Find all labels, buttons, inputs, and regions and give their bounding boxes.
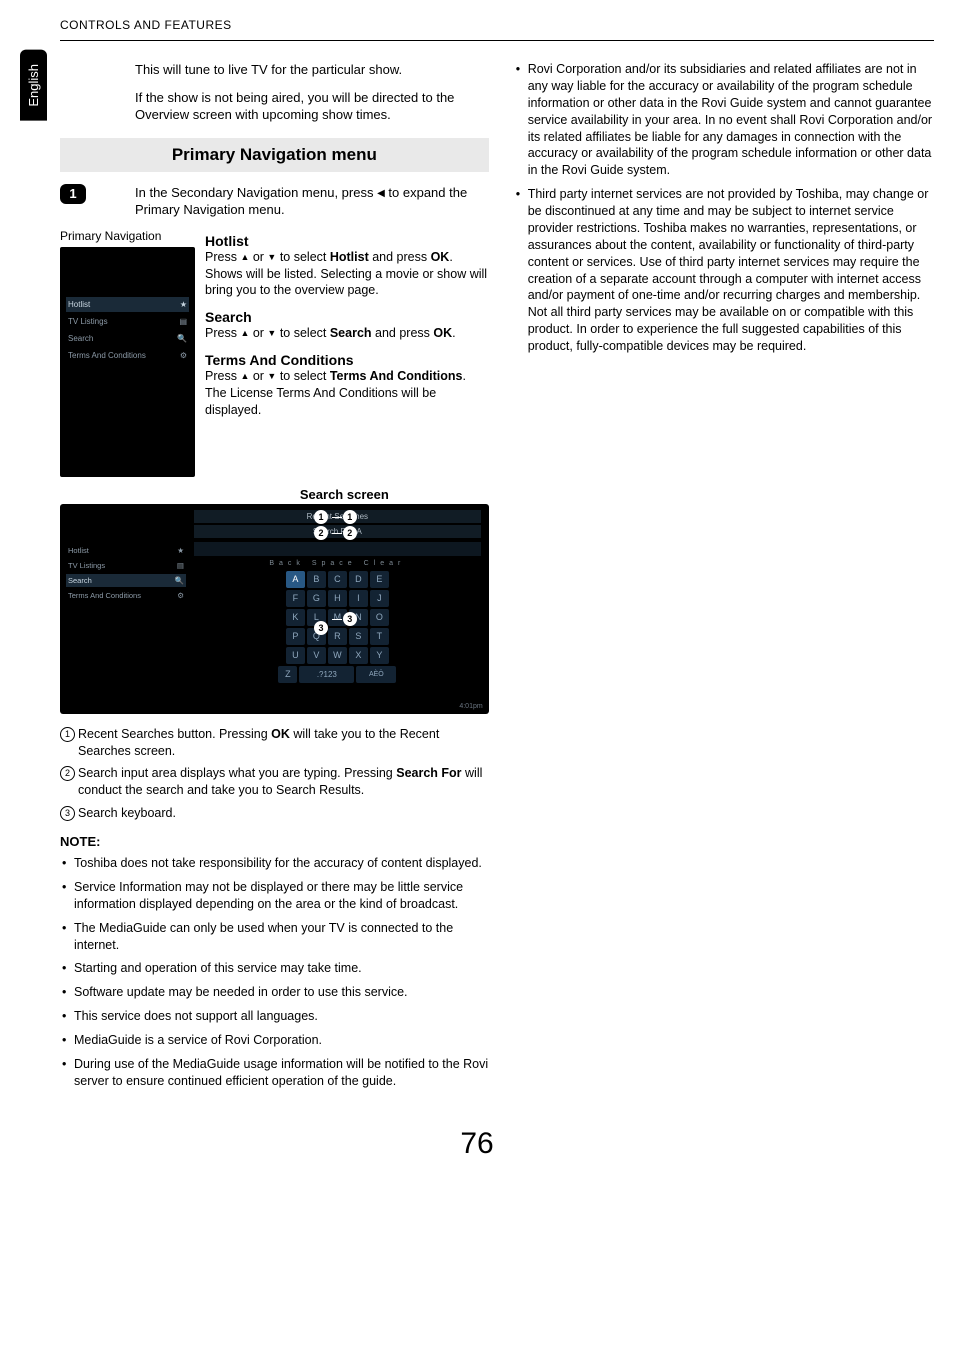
enum-3-text: Search keyboard. (78, 805, 489, 822)
nav-item-hotlist: Hotlist★ (66, 297, 189, 312)
callout-2-badge: 2 (314, 526, 328, 540)
kb-key-accent: AÈÖ (356, 666, 396, 683)
note-item: MediaGuide is a service of Rovi Corporat… (60, 1032, 489, 1049)
notes-list-left: Toshiba does not take responsibility for… (60, 855, 489, 1090)
kb-key: E (370, 571, 389, 588)
kb-key: Y (370, 647, 389, 664)
enum-1-text: Recent Searches button. Pressing OK will… (78, 726, 489, 760)
search-screen-figure: Hotlist★ TV Listings▤ Search🔍 Terms And … (60, 504, 489, 714)
schedule-icon: ▤ (179, 317, 187, 326)
kb-key: J (370, 590, 389, 607)
terms-body: Press or to select Terms And Conditions.… (205, 368, 489, 419)
kb-key: A (286, 571, 305, 588)
down-arrow-icon (267, 370, 276, 382)
search-icon: 🔍 (175, 576, 184, 585)
kb-key: X (349, 647, 368, 664)
note-item: Starting and operation of this service m… (60, 960, 489, 977)
kb-key: O (370, 609, 389, 626)
step-marker-1: 1 (60, 184, 86, 204)
settings-icon: ⚙ (180, 351, 187, 360)
kb-key: V (307, 647, 326, 664)
intro-paragraph-1: This will tune to live TV for the partic… (135, 61, 489, 79)
sf-nav-hotlist: Hotlist★ (66, 544, 186, 557)
circled-3-icon (60, 805, 78, 822)
search-screen-caption: Search screen (200, 487, 489, 502)
kb-key: R (328, 628, 347, 645)
note-item: Rovi Corporation and/or its subsidiaries… (514, 61, 934, 179)
search-heading: Search (205, 309, 489, 325)
kb-key: S (349, 628, 368, 645)
nav-item-search: Search🔍 (66, 331, 189, 346)
note-item: Third party internet services are not pr… (514, 186, 934, 355)
callout-3-badge: 3 (314, 621, 328, 635)
kb-key: H (328, 590, 347, 607)
kb-key: K (286, 609, 305, 626)
keyboard-actions: Back Space Clear (194, 560, 481, 567)
sf-nav-search: Search🔍 (66, 574, 186, 587)
note-item: Software update may be needed in order t… (60, 984, 489, 1001)
star-icon: ★ (177, 546, 184, 555)
page-header: CONTROLS AND FEATURES (60, 10, 934, 41)
callout-2: 2 (343, 526, 357, 540)
kb-key: U (286, 647, 305, 664)
sf-nav-tvlistings: TV Listings▤ (66, 559, 186, 572)
callout-1-badge: 1 (314, 510, 328, 524)
kb-key: Z (278, 666, 297, 683)
kb-key: C (328, 571, 347, 588)
search-for-bar: Search For: A (194, 525, 481, 538)
kb-key: F (286, 590, 305, 607)
note-item: Service Information may not be displayed… (60, 879, 489, 913)
hotlist-heading: Hotlist (205, 233, 489, 249)
page-number: 76 (20, 1127, 934, 1181)
notes-list-right: Rovi Corporation and/or its subsidiaries… (514, 61, 934, 355)
schedule-icon: ▤ (177, 561, 184, 570)
kb-key: T (370, 628, 389, 645)
search-icon: 🔍 (177, 334, 187, 343)
kb-key: B (307, 571, 326, 588)
star-icon: ★ (180, 300, 187, 309)
figure-time: 4:01pm (459, 703, 482, 710)
kb-key-numeric: .?123 (299, 666, 354, 683)
note-item: The MediaGuide can only be used when you… (60, 920, 489, 954)
kb-key: W (328, 647, 347, 664)
left-arrow-icon (377, 187, 385, 201)
hotlist-body: Press or to select Hotlist and press OK.… (205, 249, 489, 300)
language-tab: English (20, 50, 47, 121)
step-1-text: In the Secondary Navigation menu, press … (135, 184, 489, 219)
callout-3: 3 (343, 612, 357, 626)
down-arrow-icon (267, 327, 276, 339)
note-item: This service does not support all langua… (60, 1008, 489, 1025)
enum-2-text: Search input area displays what you are … (78, 765, 489, 799)
settings-icon: ⚙ (177, 591, 184, 600)
intro-paragraph-2: If the show is not being aired, you will… (135, 89, 489, 124)
note-heading: NOTE: (60, 834, 489, 849)
sf-nav-terms: Terms And Conditions⚙ (66, 589, 186, 602)
nav-item-tvlistings: TV Listings▤ (66, 314, 189, 329)
terms-heading: Terms And Conditions (205, 352, 489, 368)
circled-2-icon (60, 765, 78, 799)
note-item: Toshiba does not take responsibility for… (60, 855, 489, 872)
search-body: Press or to select Search and press OK. (205, 325, 489, 342)
note-item: During use of the MediaGuide usage infor… (60, 1056, 489, 1090)
on-screen-keyboard: ABCDE FGHIJ KLMNO PQRST UVWXY Z.?123AÈÖ (194, 571, 481, 683)
down-arrow-icon (267, 251, 276, 263)
circled-1-icon (60, 726, 78, 760)
nav-item-terms: Terms And Conditions⚙ (66, 348, 189, 363)
kb-key: D (349, 571, 368, 588)
search-input-box (194, 542, 481, 556)
primary-nav-label: Primary Navigation (60, 229, 195, 243)
kb-key: P (286, 628, 305, 645)
section-title: Primary Navigation menu (60, 138, 489, 172)
callout-1: 1 (343, 510, 357, 524)
kb-key: I (349, 590, 368, 607)
kb-key: G (307, 590, 326, 607)
primary-nav-figure: Hotlist★ TV Listings▤ Search🔍 Terms And … (60, 247, 195, 477)
